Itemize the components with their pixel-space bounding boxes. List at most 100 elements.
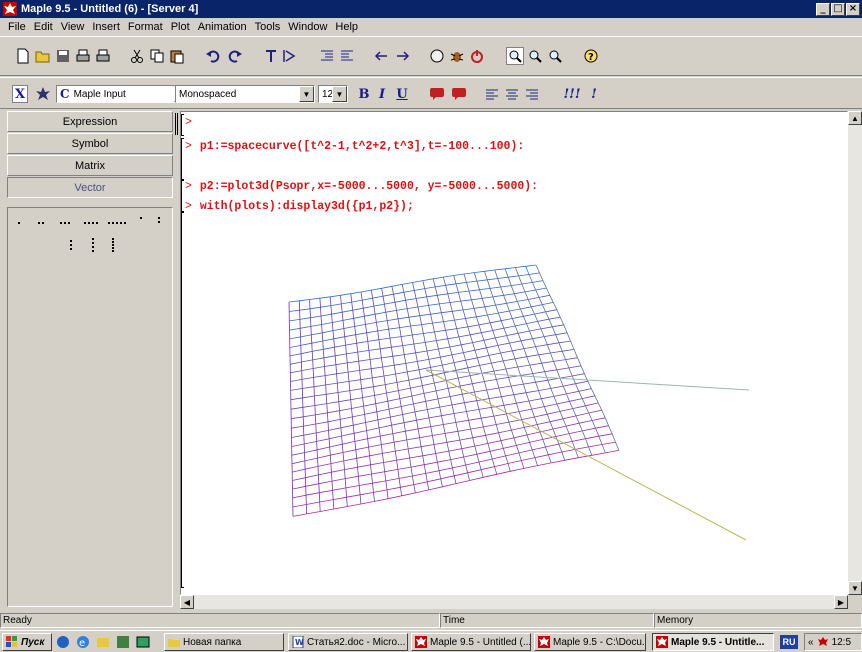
font-select[interactable]: Monospaced ▼ — [175, 85, 315, 103]
align-right-icon — [526, 89, 538, 100]
scroll-up-button[interactable]: ▲ — [848, 111, 862, 125]
clock: 12:5 — [831, 636, 852, 648]
task-label: Maple 9.5 - C:\Docu... — [553, 636, 646, 648]
menu-file[interactable]: File — [4, 21, 30, 33]
task-label: Статья2.doc - Micro... — [307, 636, 406, 648]
arrow-right-icon — [397, 51, 410, 61]
align-left-button[interactable] — [484, 85, 500, 103]
debug-button[interactable] — [448, 47, 466, 65]
splitter-grip[interactable] — [175, 113, 178, 135]
title-bar[interactable]: Maple 9.5 - Untitled (6) - [Server 4] _ … — [0, 0, 862, 18]
palette-vector-button[interactable]: Vector — [7, 177, 173, 198]
help-button[interactable]: ? — [582, 47, 600, 65]
cut-button[interactable] — [128, 47, 146, 65]
task-maple-docs[interactable]: Maple 9.5 - C:\Docu... — [534, 633, 646, 651]
indent-button[interactable] — [318, 47, 336, 65]
task-label: Maple 9.5 - Untitle... — [671, 636, 765, 648]
zoom-100-button[interactable] — [506, 47, 524, 65]
paste-button[interactable] — [168, 47, 186, 65]
scroll-down-button[interactable]: ▼ — [848, 581, 862, 595]
hand-stop-icon — [430, 49, 444, 63]
menu-animation[interactable]: Animation — [194, 21, 251, 33]
desktop-icon[interactable] — [136, 635, 150, 649]
plot3d-output[interactable] — [181, 112, 847, 594]
folder-icon — [168, 639, 180, 647]
zoom-out-icon — [549, 50, 562, 63]
new-file-button[interactable] — [14, 47, 32, 65]
language-indicator[interactable]: RU — [780, 635, 798, 649]
outlook-icon[interactable] — [96, 635, 110, 649]
menu-format[interactable]: Format — [124, 21, 167, 33]
print-preview-button[interactable] — [94, 47, 112, 65]
quick-launch-icon-4[interactable] — [116, 635, 130, 649]
tray-expand-icon[interactable]: « — [808, 637, 814, 648]
underline-button[interactable]: U — [394, 85, 410, 103]
align-center-button[interactable] — [504, 85, 520, 103]
zoom-150-button[interactable] — [526, 47, 544, 65]
quick-launch-icon-1[interactable] — [56, 635, 70, 649]
task-word-doc[interactable]: W Статья2.doc - Micro... — [288, 633, 408, 651]
zoom-200-button[interactable] — [546, 47, 564, 65]
menu-edit[interactable]: Edit — [30, 21, 57, 33]
bold-button[interactable]: B — [356, 85, 372, 103]
align-right-button[interactable] — [524, 85, 540, 103]
forward-button[interactable] — [394, 47, 412, 65]
palette-symbol-button[interactable]: Symbol — [7, 133, 173, 154]
start-button[interactable]: Пуск — [2, 633, 52, 651]
vector-template-icons[interactable] — [8, 208, 172, 268]
execute-all-button[interactable]: !!! — [560, 85, 584, 103]
paste-icon — [170, 50, 184, 64]
help-icon: ? — [584, 49, 598, 63]
mesh-col-line — [484, 271, 552, 464]
maximize-button[interactable]: □ — [831, 2, 845, 16]
execute-button[interactable]: ! — [588, 85, 600, 103]
palette-expression-button[interactable]: Expression — [7, 111, 173, 132]
outdent-button[interactable] — [338, 47, 356, 65]
mesh-row-line — [291, 402, 599, 465]
input-mode-select[interactable]: C Maple Input ▼ — [56, 85, 190, 103]
maple-leaf-icon — [538, 636, 550, 648]
close-button[interactable]: × — [846, 2, 860, 16]
horizontal-scrollbar[interactable]: ◀ ▶ — [180, 595, 848, 609]
menu-tools[interactable]: Tools — [251, 21, 285, 33]
vertical-scrollbar[interactable]: ▲ ▼ — [848, 111, 862, 595]
internet-explorer-icon[interactable]: e — [76, 635, 90, 649]
task-new-folder[interactable]: Новая папка — [164, 633, 284, 651]
font-size-select[interactable]: 12 ▼ — [318, 85, 348, 103]
text-mode-button[interactable] — [262, 47, 280, 65]
svg-text:W: W — [295, 638, 304, 647]
restart-button[interactable] — [468, 47, 486, 65]
menu-help[interactable]: Help — [331, 21, 362, 33]
scroll-right-button[interactable]: ▶ — [834, 595, 848, 609]
worksheet[interactable]: > > p1:=spacecurve([t^2-1,t^2+2,t^3],t=-1… — [180, 111, 848, 595]
back-button[interactable] — [372, 47, 390, 65]
menu-plot[interactable]: Plot — [167, 21, 194, 33]
task-maple-active[interactable]: Maple 9.5 - Untitle... — [652, 633, 774, 651]
mesh-row-line — [289, 280, 543, 322]
maple-mode-button[interactable] — [34, 85, 52, 103]
arrow-left-icon — [374, 51, 387, 61]
copy-button[interactable] — [148, 47, 166, 65]
italic-button[interactable]: I — [374, 85, 390, 103]
tray-maple-icon[interactable] — [817, 636, 829, 648]
scroll-left-button[interactable]: ◀ — [180, 595, 194, 609]
menu-view[interactable]: View — [57, 21, 89, 33]
open-button[interactable] — [34, 47, 52, 65]
comment-button[interactable] — [428, 85, 446, 103]
quick-launch: e — [56, 635, 150, 649]
menu-window[interactable]: Window — [284, 21, 331, 33]
minimize-button[interactable]: _ — [816, 2, 830, 16]
align-center-icon — [506, 89, 518, 100]
undo-button[interactable] — [204, 47, 222, 65]
redo-button[interactable] — [226, 47, 244, 65]
insert-prompt-button[interactable] — [280, 47, 298, 65]
print-button[interactable] — [74, 47, 92, 65]
save-button[interactable] — [54, 47, 72, 65]
stop-button[interactable] — [428, 47, 446, 65]
main-toolbar: ? — [0, 36, 862, 76]
palette-matrix-button[interactable]: Matrix — [7, 155, 173, 176]
math-mode-button[interactable]: X — [12, 85, 28, 103]
hyperlink-button[interactable] — [450, 85, 468, 103]
task-maple-untitled[interactable]: Maple 9.5 - Untitled (... — [411, 633, 531, 651]
menu-insert[interactable]: Insert — [88, 21, 124, 33]
